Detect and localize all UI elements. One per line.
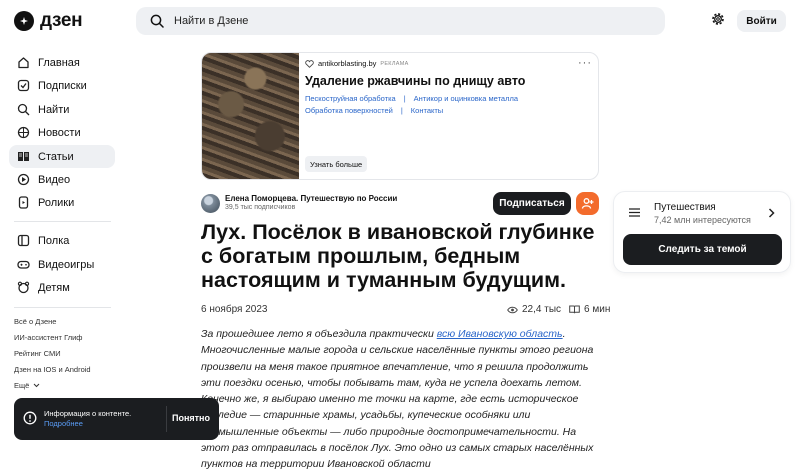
avatar[interactable] — [201, 194, 220, 213]
search-bar[interactable] — [136, 7, 665, 35]
read-time: 6 мин — [584, 304, 611, 315]
topic-card: Путешествия 7,42 млн интересуются Следит… — [613, 191, 791, 273]
content-info-toast: Информация о контенте. Подробнее Понятно — [14, 398, 219, 440]
ad-title[interactable]: Удаление ржавчины по днищу авто — [305, 74, 525, 88]
sidebar-item-label: Детям — [38, 281, 70, 294]
sidebar-item-articles[interactable]: Статьи — [9, 145, 115, 168]
more-options-icon[interactable]: ··· — [578, 57, 592, 69]
article-body: За прошедшее лето я объездила практическ… — [201, 326, 601, 473]
notify-button[interactable] — [576, 192, 599, 215]
book-icon — [569, 305, 580, 314]
body-text: За прошедшее лето я объездила практическ… — [201, 328, 437, 340]
article-stats: 22,4 тыс 6 мин — [507, 304, 610, 315]
ad-link[interactable]: Антикор и оцинковка металла — [414, 94, 518, 103]
gamepad-icon — [17, 260, 30, 269]
login-button[interactable]: Войти — [737, 10, 786, 32]
sidebar-item-kids[interactable]: Детям — [9, 276, 115, 299]
ad-source[interactable]: antikorblasting.by РЕКЛАМА — [305, 59, 409, 68]
toast-more-link[interactable]: Подробнее — [44, 419, 83, 428]
ad-link[interactable]: Контакты — [411, 106, 443, 115]
sidebar-item-label: Главная — [38, 56, 80, 69]
dzen-logo-icon — [14, 11, 34, 31]
author-subscribers: 39,5 тыс подписчиков — [225, 204, 296, 211]
author-name[interactable]: Елена Поморцева. Путешествую по России — [225, 194, 397, 203]
sidebar-item-video[interactable]: Видео — [9, 168, 115, 191]
views-count: 22,4 тыс — [522, 304, 562, 315]
ad-link[interactable]: Обработка поверхностей — [305, 106, 393, 115]
sidebar-divider — [14, 221, 111, 222]
sidebar-item-home[interactable]: Главная — [9, 51, 115, 74]
ad-link-separator: | — [403, 94, 406, 103]
menu-icon — [629, 208, 640, 217]
ad-domain: antikorblasting.by — [318, 59, 377, 68]
video-icon — [17, 173, 30, 186]
sidebar-item-label: Видео — [38, 173, 71, 186]
news-icon — [17, 126, 30, 139]
ad-learn-more-button[interactable]: Узнать больше — [305, 156, 368, 172]
eye-icon — [507, 306, 518, 313]
sidebar-item-label: Найти — [38, 103, 70, 116]
chevron-down-icon — [34, 383, 40, 388]
toast-text: Информация о контенте. — [44, 409, 132, 418]
ad-links-row: Обработка поверхностей | Контакты — [305, 106, 443, 115]
ad-label: РЕКЛАМА — [380, 60, 409, 67]
sidebar-item-label: Статьи — [38, 150, 74, 163]
sidebar-divider — [14, 307, 111, 308]
search-icon — [17, 103, 30, 116]
footer-link-about[interactable]: Всё о Дзене — [14, 317, 56, 326]
ad-image[interactable] — [202, 53, 299, 179]
sidebar-item-shorts[interactable]: Ролики — [9, 191, 115, 214]
shelf-icon — [17, 234, 30, 247]
topic-followers: 7,42 млн интересуются — [654, 215, 751, 225]
sidebar-item-label: Новости — [38, 126, 81, 139]
subscribe-button[interactable]: Подписаться — [493, 192, 571, 215]
article-date: 6 ноября 2023 — [201, 304, 268, 315]
search-input[interactable] — [174, 15, 574, 27]
follow-topic-button[interactable]: Следить за темой — [623, 234, 782, 265]
dzen-logo[interactable]: дзен — [14, 10, 83, 32]
articles-icon — [18, 152, 29, 161]
info-icon — [23, 411, 37, 425]
sidebar-item-label: Видеоигры — [38, 258, 95, 271]
gear-icon[interactable] — [711, 12, 725, 26]
more-label: Ещё — [14, 381, 30, 390]
sidebar-item-news[interactable]: Новости — [9, 121, 115, 144]
shorts-icon — [18, 196, 29, 209]
logo-text: дзен — [40, 10, 83, 31]
sidebar-item-search[interactable]: Найти — [9, 98, 115, 121]
heart-icon[interactable] — [305, 59, 314, 68]
footer-link-mobile-apps[interactable]: Дзен на IOS и Android — [14, 365, 91, 374]
search-icon — [150, 14, 164, 28]
ad-link-separator: | — [400, 106, 403, 115]
body-text: . Многочисленные малые города и сельские… — [201, 328, 594, 471]
chevron-right-icon[interactable] — [768, 208, 775, 218]
sidebar-item-videogames[interactable]: Видеоигры — [9, 253, 115, 276]
ad-link[interactable]: Пескоструйная обработка — [305, 94, 396, 103]
body-link[interactable]: всю Ивановскую область — [437, 328, 563, 340]
footer-link-more[interactable]: Ещё — [14, 381, 40, 390]
toast-ok-button[interactable]: Понятно — [172, 413, 210, 423]
sidebar-item-shelf[interactable]: Полка — [9, 229, 115, 252]
article-title: Лух. Посёлок в ивановской глубинке с бог… — [201, 220, 595, 292]
subscriptions-icon — [17, 79, 30, 92]
topic-name[interactable]: Путешествия — [654, 202, 716, 213]
footer-link-media-rating[interactable]: Рейтинг СМИ — [14, 349, 61, 358]
ad-banner[interactable]: antikorblasting.by РЕКЛАМА ··· Удаление … — [201, 52, 599, 180]
user-plus-icon — [581, 198, 594, 209]
ad-links-row: Пескоструйная обработка | Антикор и оцин… — [305, 94, 518, 103]
home-icon — [18, 57, 29, 69]
sidebar-item-label: Подписки — [38, 79, 87, 92]
kids-icon — [17, 281, 30, 294]
sidebar-item-subscriptions[interactable]: Подписки — [9, 74, 115, 97]
sidebar-item-label: Полка — [38, 234, 70, 247]
sidebar-item-label: Ролики — [38, 196, 75, 209]
toast-divider — [166, 406, 167, 432]
footer-link-ai-assistant[interactable]: ИИ-ассистент Глиф — [14, 333, 82, 342]
